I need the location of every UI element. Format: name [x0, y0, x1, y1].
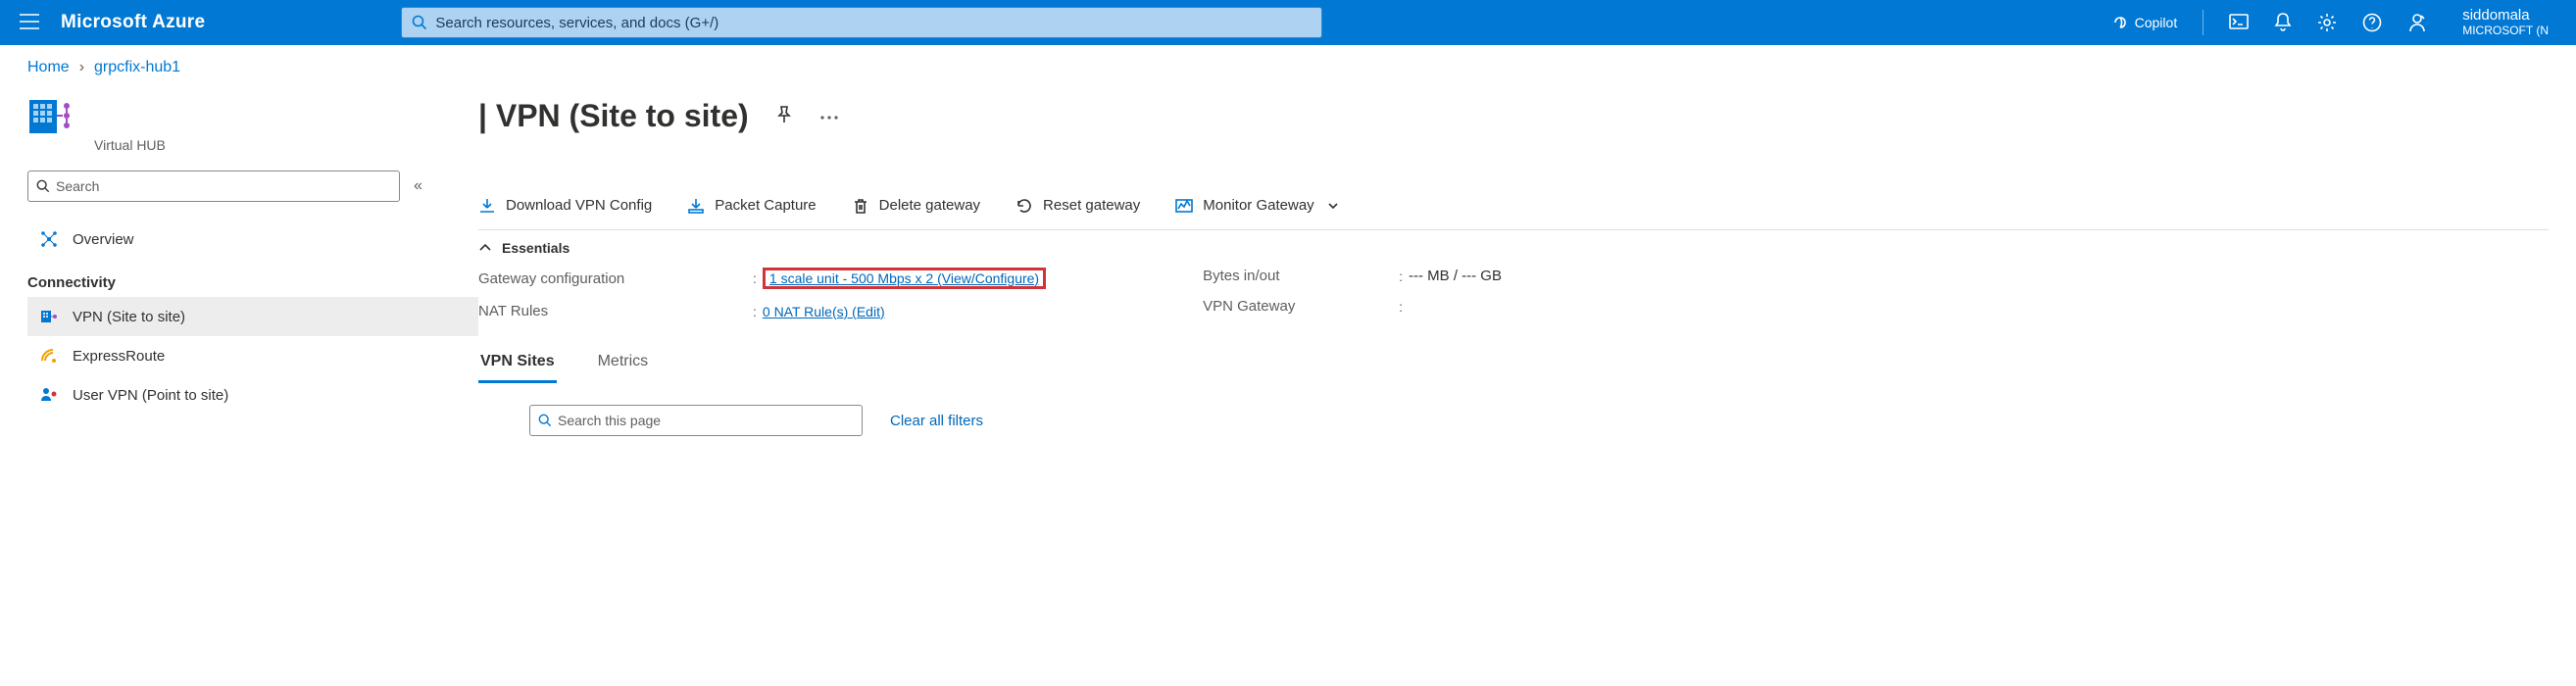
account-name: siddomala	[2462, 7, 2529, 24]
clear-all-filters-link[interactable]: Clear all filters	[890, 413, 983, 429]
sidebar-search-input[interactable]	[56, 178, 391, 194]
global-search[interactable]	[401, 7, 1322, 38]
copilot-label: Copilot	[2135, 15, 2178, 30]
copilot-button[interactable]: Copilot	[2111, 14, 2178, 31]
feedback-icon[interactable]	[2407, 13, 2427, 32]
essentials-label: Essentials	[502, 240, 570, 256]
global-search-input[interactable]	[435, 15, 1312, 31]
packet-capture-button[interactable]: Packet Capture	[687, 197, 816, 215]
gateway-config-label: Gateway configuration	[478, 270, 753, 287]
breadcrumb: Home › grpcfix-hub1	[27, 59, 478, 76]
user-vpn-icon	[39, 385, 59, 405]
breadcrumb-separator: ›	[79, 59, 84, 76]
command-bar: Download VPN Config Packet Capture Delet…	[478, 181, 2549, 230]
cloud-shell-icon[interactable]	[2229, 14, 2249, 31]
settings-icon[interactable]	[2317, 13, 2337, 32]
toolbar-label: Monitor Gateway	[1203, 197, 1313, 214]
sidebar-item-vpn-s2s[interactable]: VPN (Site to site)	[27, 297, 478, 336]
nat-rules-label: NAT Rules	[478, 303, 753, 319]
nat-rules-link[interactable]: 0 NAT Rule(s) (Edit)	[763, 304, 885, 319]
breadcrumb-current[interactable]: grpcfix-hub1	[94, 59, 180, 76]
expressroute-icon	[39, 346, 59, 366]
vpn-gateway-label: VPN Gateway	[1203, 298, 1399, 315]
chevron-up-icon	[478, 241, 492, 255]
virtual-hub-icon	[27, 92, 74, 139]
gateway-config-link[interactable]: 1 scale unit - 500 Mbps x 2 (View/Config…	[769, 270, 1039, 286]
table-search-input[interactable]	[558, 413, 854, 428]
toolbar-label: Reset gateway	[1043, 197, 1140, 214]
bytes-value: --- MB / --- GB	[1409, 268, 1502, 284]
pin-icon[interactable]	[774, 105, 794, 127]
vpn-s2s-icon	[39, 307, 59, 326]
more-icon[interactable]	[819, 109, 839, 124]
toolbar-label: Delete gateway	[879, 197, 980, 214]
gateway-config-highlight: 1 scale unit - 500 Mbps x 2 (View/Config…	[763, 268, 1046, 289]
download-vpn-config-button[interactable]: Download VPN Config	[478, 197, 652, 215]
account-menu[interactable]: siddomala MICROSOFT (N	[2452, 7, 2549, 37]
monitor-gateway-button[interactable]: Monitor Gateway	[1175, 197, 1341, 215]
sidebar-search[interactable]	[27, 171, 400, 202]
toolbar-label: Packet Capture	[715, 197, 816, 214]
bytes-label: Bytes in/out	[1203, 268, 1399, 284]
chevron-down-icon	[1324, 200, 1342, 212]
sidebar-item-label: VPN (Site to site)	[73, 309, 185, 325]
page-title: | VPN (Site to site)	[478, 98, 749, 134]
toolbar-label: Download VPN Config	[506, 197, 652, 214]
brand-logo[interactable]: Microsoft Azure	[61, 12, 205, 33]
collapse-sidebar-icon[interactable]: «	[414, 177, 422, 195]
resource-kind: Virtual HUB	[94, 137, 478, 153]
help-icon[interactable]	[2362, 13, 2382, 32]
sidebar-item-expressroute[interactable]: ExpressRoute	[27, 336, 478, 375]
notifications-icon[interactable]	[2274, 13, 2292, 32]
sidebar-item-overview[interactable]: Overview	[27, 220, 478, 259]
account-org: MICROSOFT (N	[2462, 24, 2549, 38]
essentials-toggle[interactable]: Essentials	[478, 240, 2549, 256]
delete-gateway-button[interactable]: Delete gateway	[852, 197, 980, 215]
overview-icon	[39, 229, 59, 249]
topbar-divider	[2203, 10, 2204, 35]
sidebar-item-label: User VPN (Point to site)	[73, 387, 228, 404]
reset-gateway-button[interactable]: Reset gateway	[1016, 197, 1140, 215]
subtabs: VPN Sites Metrics	[478, 347, 2549, 383]
sidebar-item-user-vpn[interactable]: User VPN (Point to site)	[27, 375, 478, 415]
table-search[interactable]	[529, 405, 863, 436]
sidebar-item-label: ExpressRoute	[73, 348, 165, 365]
tab-metrics[interactable]: Metrics	[596, 347, 651, 383]
sidebar-section-connectivity: Connectivity	[27, 259, 478, 297]
sidebar-item-label: Overview	[73, 231, 134, 248]
breadcrumb-home[interactable]: Home	[27, 59, 70, 76]
hamburger-menu[interactable]	[10, 8, 49, 38]
tab-vpn-sites[interactable]: VPN Sites	[478, 347, 557, 383]
